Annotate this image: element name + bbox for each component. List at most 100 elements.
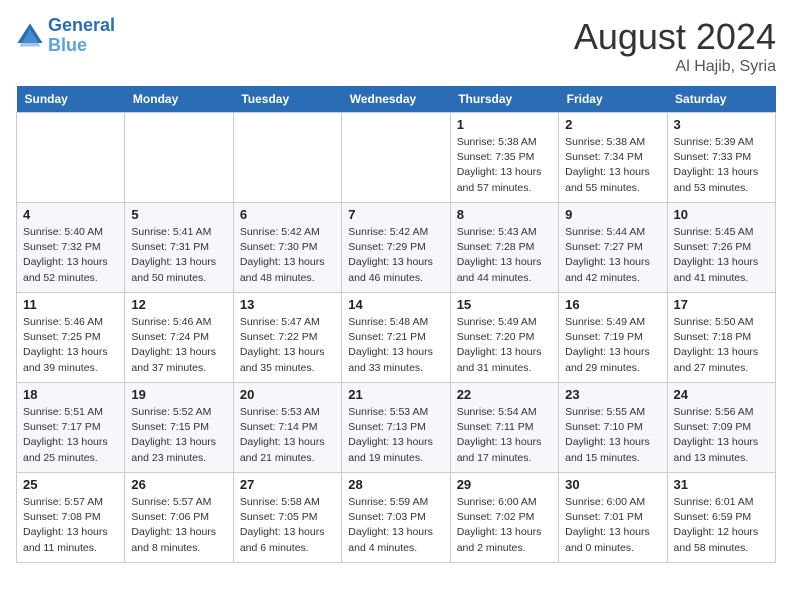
- logo: General Blue: [16, 16, 115, 56]
- day-number: 13: [240, 297, 335, 312]
- day-info: Sunrise: 5:57 AMSunset: 7:06 PMDaylight:…: [131, 495, 226, 556]
- day-info: Sunrise: 5:43 AMSunset: 7:28 PMDaylight:…: [457, 225, 552, 286]
- calendar-table: SundayMondayTuesdayWednesdayThursdayFrid…: [16, 86, 776, 563]
- calendar-cell: 4 Sunrise: 5:40 AMSunset: 7:32 PMDaylight…: [17, 203, 125, 293]
- calendar-cell: 31Sunrise: 6:01 AMSunset: 6:59 PMDayligh…: [667, 473, 775, 563]
- day-number: 15: [457, 297, 552, 312]
- day-info: Sunrise: 5:38 AMSunset: 7:35 PMDaylight:…: [457, 135, 552, 196]
- day-info: Sunrise: 5:41 AMSunset: 7:31 PMDaylight:…: [131, 225, 226, 286]
- day-number: 4: [23, 207, 118, 222]
- page-header: General Blue August 2024 Al Hajib, Syria: [16, 16, 776, 76]
- day-info: Sunrise: 6:00 AMSunset: 7:01 PMDaylight:…: [565, 495, 660, 556]
- calendar-cell: 13 Sunrise: 5:47 AMSunset: 7:22 PMDayligh…: [233, 293, 341, 383]
- day-info: Sunrise: 5:51 AMSunset: 7:17 PMDaylight:…: [23, 405, 118, 466]
- day-info: Sunrise: 5:48 AMSunset: 7:21 PMDaylight:…: [348, 315, 443, 376]
- day-info: Sunrise: 5:38 AMSunset: 7:34 PMDaylight:…: [565, 135, 660, 196]
- day-info: Sunrise: 5:52 AMSunset: 7:15 PMDaylight:…: [131, 405, 226, 466]
- day-info: Sunrise: 5:58 AMSunset: 7:05 PMDaylight:…: [240, 495, 335, 556]
- calendar-cell: 8 Sunrise: 5:43 AMSunset: 7:28 PMDaylight…: [450, 203, 558, 293]
- day-number: 1: [457, 117, 552, 132]
- calendar-cell: 27 Sunrise: 5:58 AMSunset: 7:05 PMDayligh…: [233, 473, 341, 563]
- calendar-week-row: 4 Sunrise: 5:40 AMSunset: 7:32 PMDaylight…: [17, 203, 776, 293]
- calendar-cell: 5 Sunrise: 5:41 AMSunset: 7:31 PMDaylight…: [125, 203, 233, 293]
- day-number: 6: [240, 207, 335, 222]
- calendar-cell: 10Sunrise: 5:45 AMSunset: 7:26 PMDayligh…: [667, 203, 775, 293]
- calendar-cell: 16 Sunrise: 5:49 AMSunset: 7:19 PMDayligh…: [559, 293, 667, 383]
- logo-icon: [16, 22, 44, 50]
- day-info: Sunrise: 5:47 AMSunset: 7:22 PMDaylight:…: [240, 315, 335, 376]
- calendar-cell: 26Sunrise: 5:57 AMSunset: 7:06 PMDayligh…: [125, 473, 233, 563]
- calendar-cell: 14 Sunrise: 5:48 AMSunset: 7:21 PMDayligh…: [342, 293, 450, 383]
- day-number: 30: [565, 477, 660, 492]
- day-number: 2: [565, 117, 660, 132]
- calendar-cell: 30 Sunrise: 6:00 AMSunset: 7:01 PMDayligh…: [559, 473, 667, 563]
- day-number: 22: [457, 387, 552, 402]
- day-info: Sunrise: 5:40 AMSunset: 7:32 PMDaylight:…: [23, 225, 118, 286]
- calendar-cell: 25 Sunrise: 5:57 AMSunset: 7:08 PMDayligh…: [17, 473, 125, 563]
- day-number: 19: [131, 387, 226, 402]
- day-info: Sunrise: 5:46 AMSunset: 7:24 PMDaylight:…: [131, 315, 226, 376]
- weekday-header: Monday: [125, 86, 233, 113]
- calendar-cell: 9 Sunrise: 5:44 AMSunset: 7:27 PMDaylight…: [559, 203, 667, 293]
- weekday-header: Thursday: [450, 86, 558, 113]
- calendar-cell: 6 Sunrise: 5:42 AMSunset: 7:30 PMDaylight…: [233, 203, 341, 293]
- day-number: 24: [674, 387, 769, 402]
- day-number: 25: [23, 477, 118, 492]
- weekday-header: Wednesday: [342, 86, 450, 113]
- day-info: Sunrise: 5:49 AMSunset: 7:19 PMDaylight:…: [565, 315, 660, 376]
- calendar-cell: 19 Sunrise: 5:52 AMSunset: 7:15 PMDayligh…: [125, 383, 233, 473]
- day-info: Sunrise: 5:53 AMSunset: 7:14 PMDaylight:…: [240, 405, 335, 466]
- calendar-week-row: 18 Sunrise: 5:51 AMSunset: 7:17 PMDayligh…: [17, 383, 776, 473]
- month-year-title: August 2024: [574, 16, 776, 58]
- day-number: 17: [674, 297, 769, 312]
- day-number: 7: [348, 207, 443, 222]
- day-number: 16: [565, 297, 660, 312]
- day-info: Sunrise: 5:50 AMSunset: 7:18 PMDaylight:…: [674, 315, 769, 376]
- calendar-cell: 3 Sunrise: 5:39 AMSunset: 7:33 PMDaylight…: [667, 113, 775, 203]
- day-info: Sunrise: 5:44 AMSunset: 7:27 PMDaylight:…: [565, 225, 660, 286]
- location-subtitle: Al Hajib, Syria: [574, 58, 776, 76]
- day-number: 23: [565, 387, 660, 402]
- weekday-header: Friday: [559, 86, 667, 113]
- day-number: 14: [348, 297, 443, 312]
- day-info: Sunrise: 5:46 AMSunset: 7:25 PMDaylight:…: [23, 315, 118, 376]
- calendar-cell: [233, 113, 341, 203]
- title-block: August 2024 Al Hajib, Syria: [574, 16, 776, 76]
- day-number: 3: [674, 117, 769, 132]
- calendar-cell: 12 Sunrise: 5:46 AMSunset: 7:24 PMDayligh…: [125, 293, 233, 383]
- calendar-cell: 11Sunrise: 5:46 AMSunset: 7:25 PMDayligh…: [17, 293, 125, 383]
- day-number: 28: [348, 477, 443, 492]
- calendar-cell: [342, 113, 450, 203]
- calendar-cell: [125, 113, 233, 203]
- calendar-cell: 22Sunrise: 5:54 AMSunset: 7:11 PMDayligh…: [450, 383, 558, 473]
- weekday-header-row: SundayMondayTuesdayWednesdayThursdayFrid…: [17, 86, 776, 113]
- day-info: Sunrise: 5:39 AMSunset: 7:33 PMDaylight:…: [674, 135, 769, 196]
- calendar-cell: 7 Sunrise: 5:42 AMSunset: 7:29 PMDaylight…: [342, 203, 450, 293]
- day-number: 5: [131, 207, 226, 222]
- calendar-cell: 1 Sunrise: 5:38 AMSunset: 7:35 PMDaylight…: [450, 113, 558, 203]
- day-info: Sunrise: 5:53 AMSunset: 7:13 PMDaylight:…: [348, 405, 443, 466]
- calendar-cell: 24Sunrise: 5:56 AMSunset: 7:09 PMDayligh…: [667, 383, 775, 473]
- calendar-week-row: 25 Sunrise: 5:57 AMSunset: 7:08 PMDayligh…: [17, 473, 776, 563]
- day-number: 8: [457, 207, 552, 222]
- day-number: 12: [131, 297, 226, 312]
- day-info: Sunrise: 6:00 AMSunset: 7:02 PMDaylight:…: [457, 495, 552, 556]
- calendar-cell: 21 Sunrise: 5:53 AMSunset: 7:13 PMDayligh…: [342, 383, 450, 473]
- day-info: Sunrise: 5:42 AMSunset: 7:29 PMDaylight:…: [348, 225, 443, 286]
- calendar-cell: [17, 113, 125, 203]
- day-info: Sunrise: 5:49 AMSunset: 7:20 PMDaylight:…: [457, 315, 552, 376]
- day-number: 21: [348, 387, 443, 402]
- weekday-header: Saturday: [667, 86, 775, 113]
- day-number: 31: [674, 477, 769, 492]
- calendar-cell: 17 Sunrise: 5:50 AMSunset: 7:18 PMDayligh…: [667, 293, 775, 383]
- day-info: Sunrise: 5:57 AMSunset: 7:08 PMDaylight:…: [23, 495, 118, 556]
- day-info: Sunrise: 5:42 AMSunset: 7:30 PMDaylight:…: [240, 225, 335, 286]
- day-number: 9: [565, 207, 660, 222]
- logo-text: General Blue: [48, 16, 115, 56]
- day-number: 18: [23, 387, 118, 402]
- day-number: 29: [457, 477, 552, 492]
- weekday-header: Tuesday: [233, 86, 341, 113]
- calendar-week-row: 11Sunrise: 5:46 AMSunset: 7:25 PMDayligh…: [17, 293, 776, 383]
- day-number: 27: [240, 477, 335, 492]
- day-info: Sunrise: 5:45 AMSunset: 7:26 PMDaylight:…: [674, 225, 769, 286]
